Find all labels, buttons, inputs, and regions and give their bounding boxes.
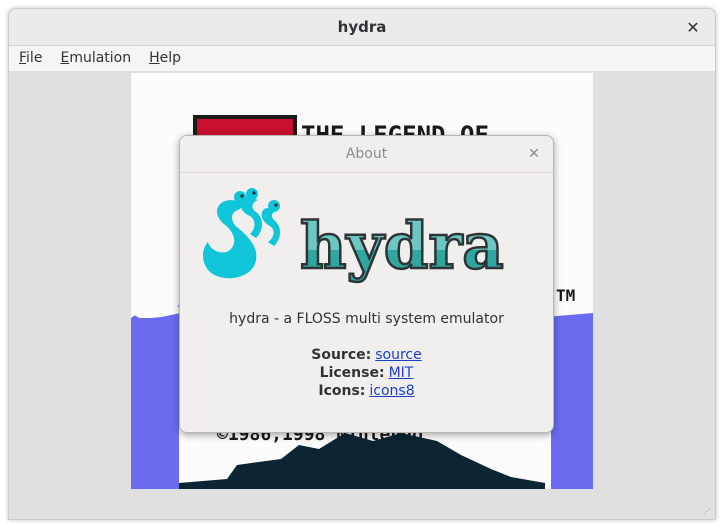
- about-dialog: About ✕ hydra hydra - a FLOSS multi syst…: [179, 135, 554, 433]
- menu-emulation[interactable]: Emulation: [50, 50, 139, 66]
- hydra-logo-svg: hydra: [203, 188, 505, 285]
- close-icon: ✕: [686, 17, 700, 37]
- water-left: [131, 318, 179, 489]
- window-close-button[interactable]: ✕: [683, 17, 703, 37]
- game-tm-text: TM: [556, 286, 575, 305]
- window-title: hydra: [337, 18, 387, 36]
- about-close-button[interactable]: ✕: [525, 145, 543, 163]
- license-link[interactable]: MIT: [389, 364, 414, 382]
- menu-file-label: ile: [26, 50, 43, 66]
- menu-file[interactable]: File: [9, 50, 50, 66]
- hydra-logo: hydra: [194, 184, 539, 288]
- license-label: License:: [319, 365, 385, 381]
- menu-emulation-accel: E: [60, 50, 70, 66]
- water-right: [551, 303, 593, 489]
- about-description: hydra - a FLOSS multi system emulator: [229, 311, 504, 327]
- about-title-bar[interactable]: About: [180, 136, 553, 173]
- license-row: License: MIT: [180, 364, 553, 382]
- about-title: About: [345, 146, 388, 162]
- source-label: Source:: [311, 347, 372, 363]
- menu-help-accel: H: [149, 50, 160, 66]
- source-row: Source: source: [180, 346, 553, 364]
- close-icon: ✕: [528, 146, 540, 162]
- icons-label: Icons:: [318, 383, 366, 399]
- icons-row: Icons: icons8: [180, 382, 553, 400]
- icons-link[interactable]: icons8: [369, 382, 414, 400]
- menu-help-label: elp: [159, 50, 182, 66]
- title-bar[interactable]: hydra ✕: [9, 9, 715, 46]
- menu-file-accel: F: [19, 50, 27, 66]
- resize-grip[interactable]: ⋰: [703, 507, 713, 517]
- hydra-logo-text: hydra: [300, 209, 504, 284]
- menu-bar: File Emulation Help: [9, 46, 715, 70]
- menu-help[interactable]: Help: [139, 50, 189, 66]
- menu-emulation-label: mulation: [69, 50, 132, 66]
- hydra-creature-icon: [203, 188, 280, 279]
- source-link[interactable]: source: [375, 346, 422, 364]
- about-info: Source: source License: MIT Icons: icons…: [180, 346, 553, 400]
